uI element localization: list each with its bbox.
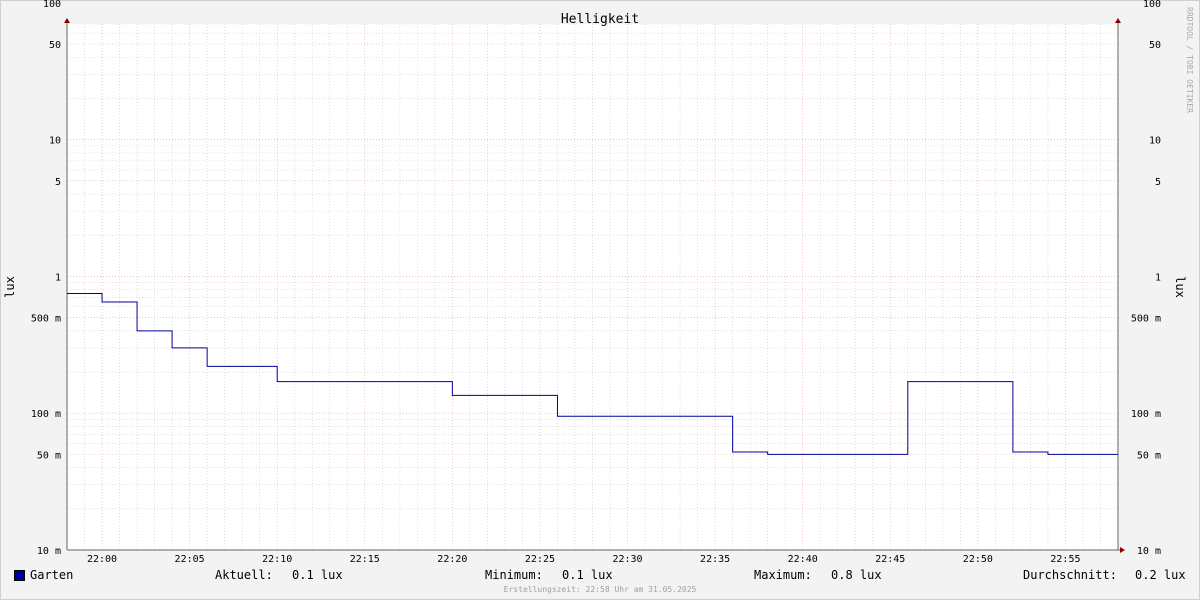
y-tick-label-right: 1 [1155,272,1161,283]
y-axis-arrow-right [1115,18,1121,23]
y-tick-label-right: 10 m [1137,546,1161,557]
x-tick-label: 22:25 [525,554,555,565]
legend-max-label: Maximum: [754,568,812,582]
chart-title: Helligkeit [561,12,639,27]
x-tick-label: 22:45 [875,554,905,565]
y-tick-label-right: 500 m [1131,314,1161,325]
legend-avg-label: Durchschnitt: [1023,568,1117,582]
legend-current-label: Aktuell: [215,568,273,582]
y-tick-label-left: 100 [43,0,61,10]
y-tick-label-right: 10 [1149,136,1161,147]
x-tick-label: 22:50 [963,554,993,565]
y-tick-label-left: 5 [55,177,61,188]
y-axis-label-right: lux [1173,276,1187,298]
y-tick-label-right: 100 [1143,0,1161,10]
legend-swatch-garten [14,570,25,581]
x-tick-label: 22:40 [788,554,818,565]
y-tick-label-left: 10 [49,136,61,147]
x-tick-label: 22:10 [262,554,292,565]
y-tick-label-left: 50 [49,40,61,51]
y-tick-label-left: 500 m [31,314,61,325]
y-tick-label-right: 50 m [1137,450,1161,461]
y-tick-label-left: 1 [55,272,61,283]
y-axis-label-left: lux [3,276,17,298]
legend-min-label: Minimum: [485,568,543,582]
x-tick-label: 22:35 [700,554,730,565]
y-axis-arrow-left [64,18,70,23]
legend-avg-value: 0.2 lux [1135,568,1186,582]
y-tick-label-right: 100 m [1131,409,1161,420]
x-tick-label: 22:15 [350,554,380,565]
brightness-chart: 10 m 10 m 50 m 50 m 100 m 100 m 500 m 500 m 1 1 5 5… [3,0,1194,565]
legend-max-value: 0.8 lux [831,568,882,582]
x-tick-label: 22:05 [175,554,205,565]
legend-series-name: Garten [30,568,74,582]
x-tick-label: 22:55 [1050,554,1080,565]
creation-timestamp: Erstellungszeit: 22:58 Uhr am 31.05.2025 [503,585,697,594]
y-tick-label-right: 5 [1155,177,1161,188]
x-tick-label: 22:00 [87,554,117,565]
x-tick-label: 22:30 [612,554,642,565]
legend-current-value: 0.1 lux [292,568,343,582]
y-tick-label-left: 50 m [37,450,61,461]
y-tick-label-left: 10 m [37,546,61,557]
x-axis-arrow [1120,547,1125,553]
y-tick-label-right: 50 [1149,40,1161,51]
x-tick-label: 22:20 [437,554,467,565]
watermark: RRDTOOL / TOBI OETIKER [1185,7,1194,113]
legend-min-value: 0.1 lux [562,568,613,582]
y-tick-label-left: 100 m [31,409,61,420]
